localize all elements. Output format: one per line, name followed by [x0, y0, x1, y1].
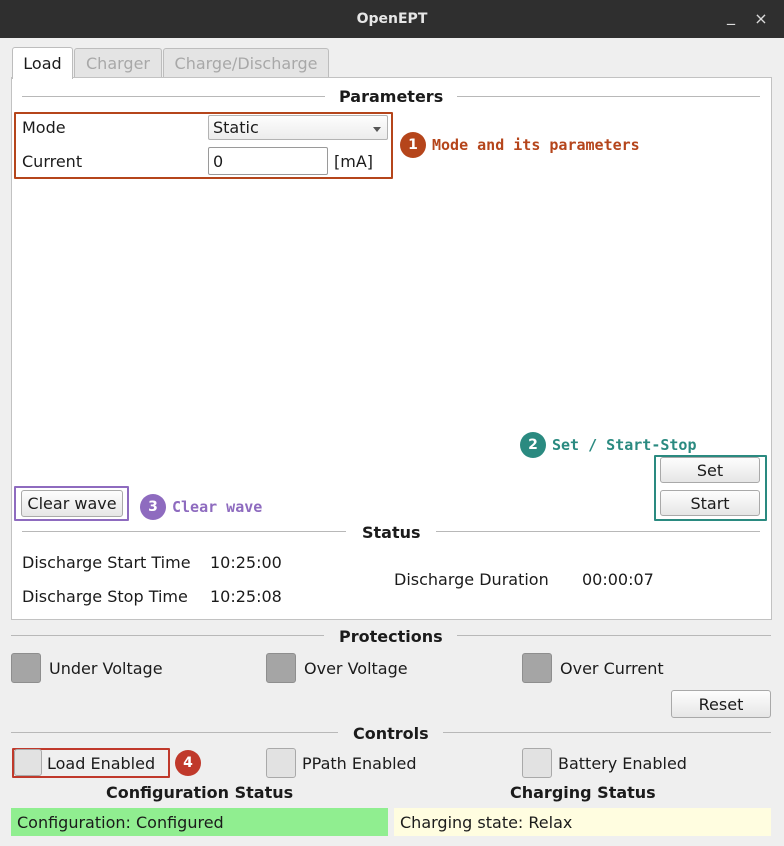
chevron-down-icon — [373, 127, 381, 132]
tab-charge-discharge[interactable]: Charge/Discharge — [163, 48, 329, 78]
protections-separator-left — [11, 635, 324, 636]
current-input-value: 0 — [213, 151, 224, 171]
mode-select-value: Static — [213, 118, 259, 137]
annotation-text-2: Set / Start-Stop — [552, 436, 697, 454]
ppath-enabled-checkbox[interactable] — [266, 748, 296, 778]
annotation-text-3: Clear wave — [172, 498, 263, 516]
under-voltage-indicator — [11, 653, 41, 683]
over-current-indicator — [522, 653, 552, 683]
charging-status-title: Charging Status — [510, 783, 656, 802]
configuration-status-bar: Configuration: Configured — [11, 808, 388, 836]
battery-enabled-checkbox[interactable] — [522, 748, 552, 778]
clear-wave-button[interactable]: Clear wave — [21, 490, 123, 517]
discharge-start-value: 10:25:00 — [210, 553, 282, 572]
discharge-stop-label: Discharge Stop Time — [22, 587, 188, 606]
under-voltage-label: Under Voltage — [49, 659, 163, 678]
annotation-badge-3: 3 — [140, 494, 166, 520]
mode-label: Mode — [22, 118, 66, 137]
load-enabled-checkbox[interactable] — [14, 749, 42, 776]
annotation-badge-4: 4 — [175, 750, 201, 776]
set-button[interactable]: Set — [660, 457, 760, 483]
window-titlebar: OpenEPT _ × — [0, 0, 784, 38]
parameters-title: Parameters — [339, 87, 444, 106]
window-title: OpenEPT — [356, 11, 428, 27]
charging-status-text: Charging state: Relax — [400, 812, 573, 832]
controls-separator-right — [443, 732, 771, 733]
reset-button[interactable]: Reset — [671, 690, 771, 718]
mode-select[interactable]: Static — [208, 115, 388, 140]
parameters-separator-right — [457, 96, 760, 97]
close-icon[interactable]: × — [751, 9, 771, 29]
annotation-text-1: Mode and its parameters — [432, 136, 640, 154]
annotation-badge-1: 1 — [400, 132, 426, 158]
charging-status-bar: Charging state: Relax — [394, 808, 771, 836]
tab-charger[interactable]: Charger — [74, 48, 162, 78]
discharge-duration-label: Discharge Duration — [394, 570, 549, 589]
minimize-icon[interactable]: _ — [721, 6, 741, 26]
start-button[interactable]: Start — [660, 490, 760, 516]
current-unit: [mA] — [334, 152, 374, 171]
over-current-label: Over Current — [560, 659, 664, 678]
over-voltage-indicator — [266, 653, 296, 683]
controls-title: Controls — [353, 724, 429, 743]
tab-load[interactable]: Load — [12, 47, 73, 79]
configuration-status-text: Configuration: Configured — [17, 812, 224, 832]
load-enabled-label: Load Enabled — [47, 754, 156, 773]
annotation-badge-2: 2 — [520, 432, 546, 458]
parameters-separator-left — [22, 96, 325, 97]
over-voltage-label: Over Voltage — [304, 659, 408, 678]
status-separator-left — [22, 531, 346, 532]
ppath-enabled-label: PPath Enabled — [302, 754, 417, 773]
status-title: Status — [362, 523, 421, 542]
protections-title: Protections — [339, 627, 443, 646]
current-input[interactable]: 0 — [208, 147, 328, 175]
discharge-start-label: Discharge Start Time — [22, 553, 191, 572]
discharge-duration-value: 00:00:07 — [582, 570, 654, 589]
controls-separator-left — [11, 732, 338, 733]
battery-enabled-label: Battery Enabled — [558, 754, 687, 773]
configuration-status-title: Configuration Status — [106, 783, 294, 802]
status-separator-right — [436, 531, 760, 532]
protections-separator-right — [457, 635, 771, 636]
discharge-stop-value: 10:25:08 — [210, 587, 282, 606]
current-label: Current — [22, 152, 83, 171]
